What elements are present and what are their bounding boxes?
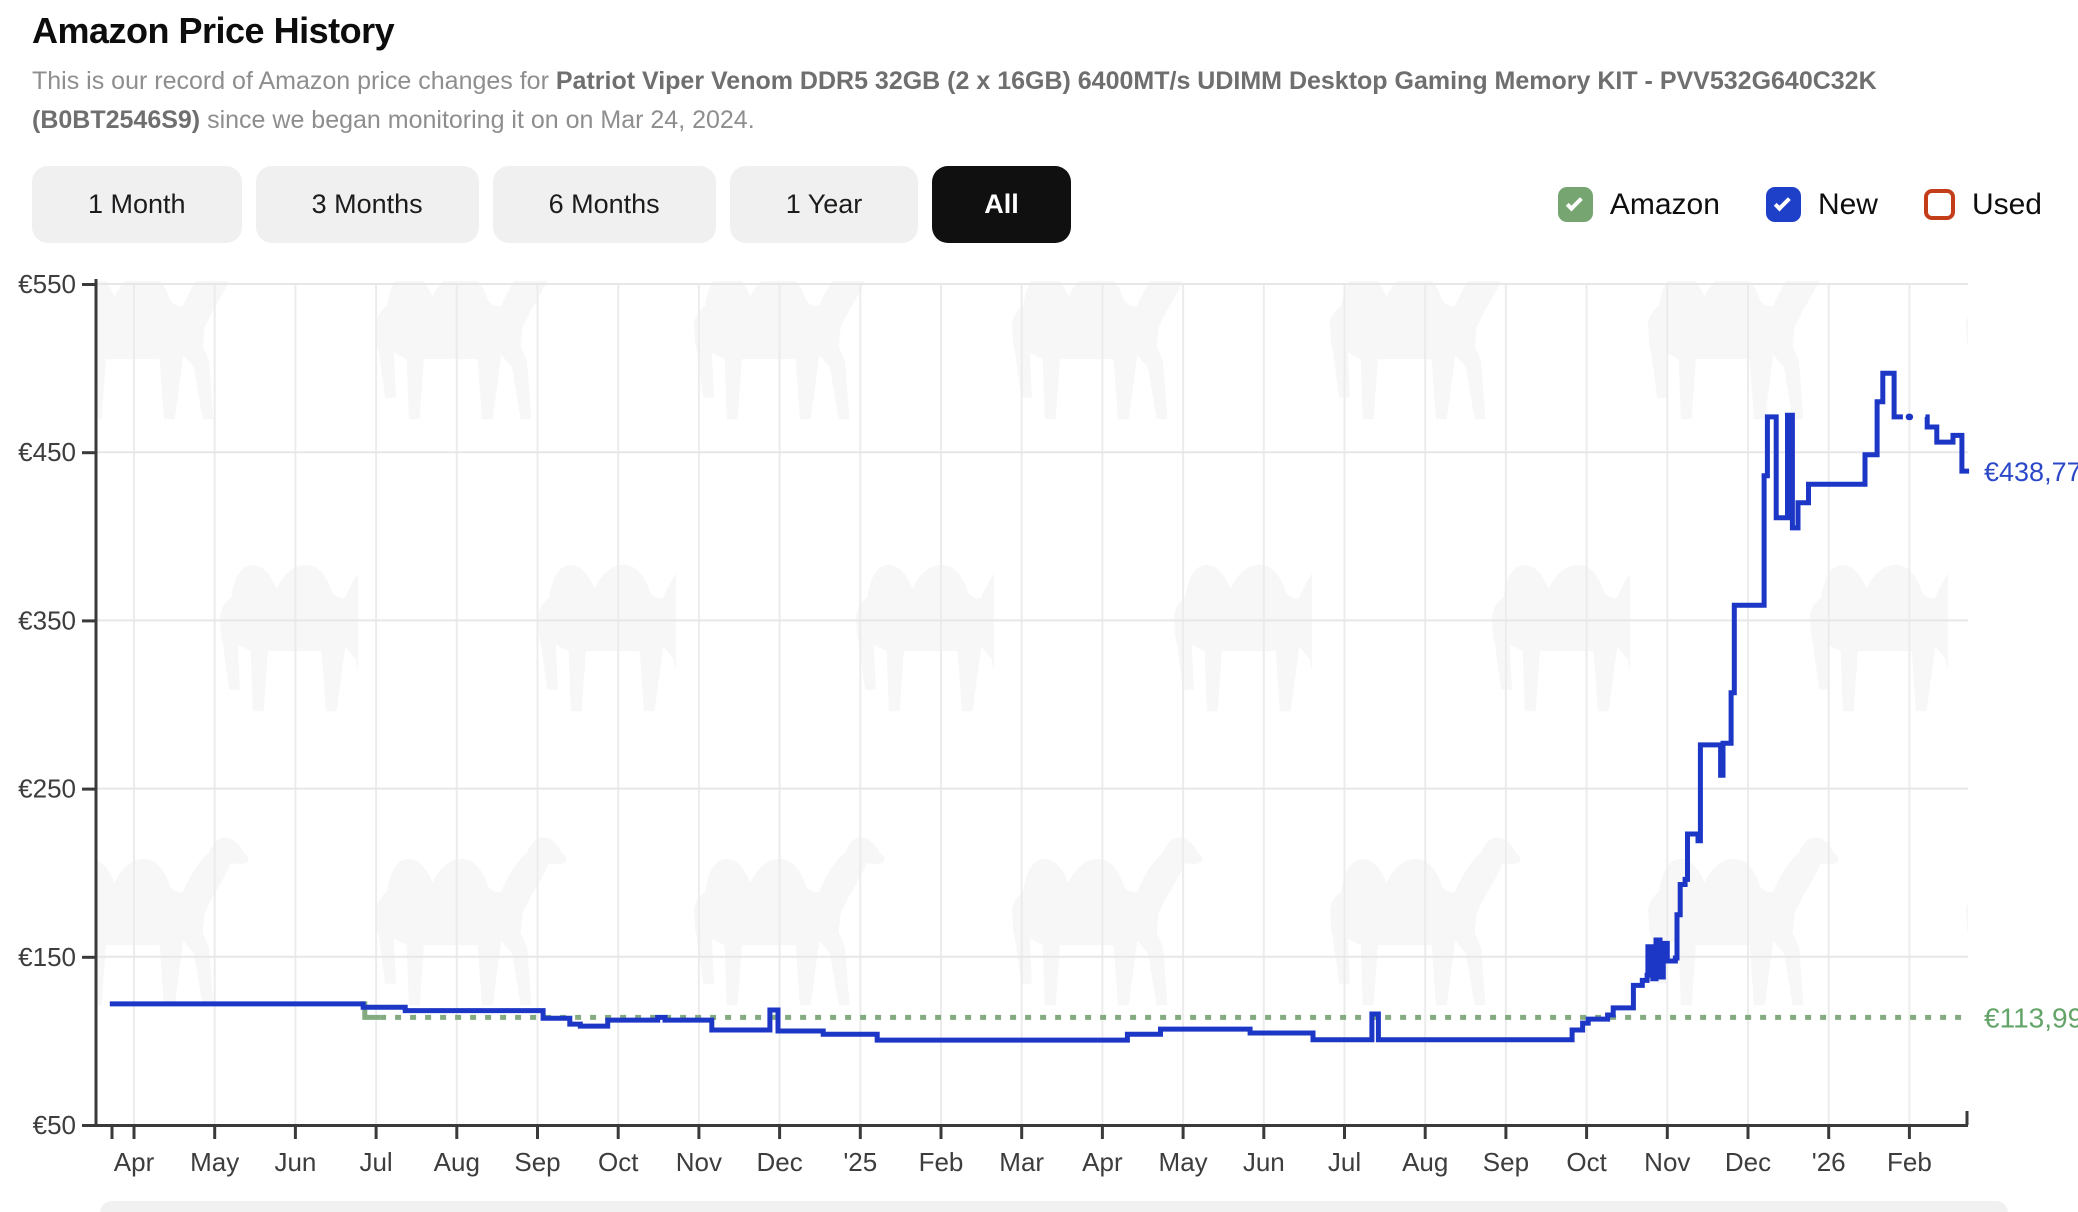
amazon-legend-label: Amazon (1610, 188, 1720, 222)
subtitle-prefix: This is our record of Amazon price chang… (32, 67, 556, 95)
x-axis-tick-label: Jun (1243, 1147, 1285, 1177)
amazon-checkbox[interactable] (1558, 187, 1593, 222)
x-axis-tick-label: Nov (1644, 1147, 1690, 1177)
y-axis-tick-label: €350 (18, 605, 76, 635)
page-header: Amazon Price History This is our record … (0, 0, 2078, 140)
camel-watermark (97, 281, 1968, 1125)
check-icon (1774, 194, 1791, 211)
x-axis-tick-label: Apr (114, 1147, 155, 1177)
x-axis-tick-label: Jul (1328, 1147, 1361, 1177)
x-axis-tick-label: '25 (843, 1147, 877, 1177)
x-axis-tick-label: Oct (598, 1147, 639, 1177)
y-axis-tick-label: €150 (18, 942, 76, 972)
x-axis-tick-label: May (190, 1147, 239, 1177)
new-legend-label: New (1818, 188, 1878, 222)
range-button-all[interactable]: All (932, 166, 1071, 243)
range-button-1-year[interactable]: 1 Year (730, 166, 919, 243)
y-axis-tick-label: €50 (33, 1110, 76, 1140)
y-axis-tick-label: €550 (18, 269, 76, 299)
y-axis-tick-label: €450 (18, 437, 76, 467)
range-button-3-months[interactable]: 3 Months (256, 166, 479, 243)
used-checkbox[interactable] (1924, 189, 1955, 220)
check-icon (1566, 194, 1583, 211)
legend-item-amazon[interactable]: Amazon (1558, 187, 1720, 222)
x-axis-tick-label: Sep (514, 1147, 560, 1177)
series-legend: Amazon New Used (1558, 187, 2042, 222)
legend-item-new[interactable]: New (1766, 187, 1878, 222)
page-title: Amazon Price History (32, 8, 2044, 54)
range-button-1-month[interactable]: 1 Month (32, 166, 242, 243)
x-axis-tick-label: Apr (1082, 1147, 1123, 1177)
x-axis-tick-label: Feb (1887, 1147, 1932, 1177)
x-axis-tick-label: Mar (999, 1147, 1044, 1177)
x-axis-tick-label: Oct (1566, 1147, 1607, 1177)
range-button-6-months[interactable]: 6 Months (493, 166, 716, 243)
x-axis-tick-label: '26 (1812, 1147, 1846, 1177)
subtitle-suffix: since we began monitoring it on on Mar 2… (200, 106, 755, 134)
legend-item-used[interactable]: Used (1924, 188, 2042, 222)
x-axis-tick-label: Aug (434, 1147, 480, 1177)
y-axis-tick-label: €250 (18, 774, 76, 804)
x-axis-tick-label: Jun (274, 1147, 316, 1177)
next-section-strip (100, 1201, 2008, 1212)
page-subtitle: This is our record of Amazon price chang… (32, 62, 2044, 140)
amazon-last-price-label: €113,99 (1984, 1002, 2078, 1033)
x-axis-tick-label: Jul (359, 1147, 392, 1177)
x-axis-tick-label: Nov (676, 1147, 722, 1177)
new-checkbox[interactable] (1766, 187, 1801, 222)
price-history-svg: €550 €450 €350 €250 €150 €50 Apr May Jun Jul Aug Se… (0, 255, 2078, 1195)
range-buttons: 1 Month 3 Months 6 Months 1 Year All (32, 166, 1071, 243)
x-axis-tick-label: Feb (919, 1147, 964, 1177)
x-axis-tick-label: Dec (1725, 1147, 1771, 1177)
chart-controls: 1 Month 3 Months 6 Months 1 Year All Ama… (0, 166, 2078, 243)
used-legend-label: Used (1972, 188, 2042, 222)
x-axis-tick-label: Aug (1402, 1147, 1448, 1177)
x-axis-tick-label: May (1159, 1147, 1208, 1177)
x-axis-tick-label: Dec (756, 1147, 802, 1177)
x-axis-tick-label: Sep (1483, 1147, 1529, 1177)
current-price-label: €438,77 (1984, 457, 2078, 487)
price-history-chart: €550 €450 €350 €250 €150 €50 Apr May Jun Jul Aug Se… (0, 255, 2078, 1195)
